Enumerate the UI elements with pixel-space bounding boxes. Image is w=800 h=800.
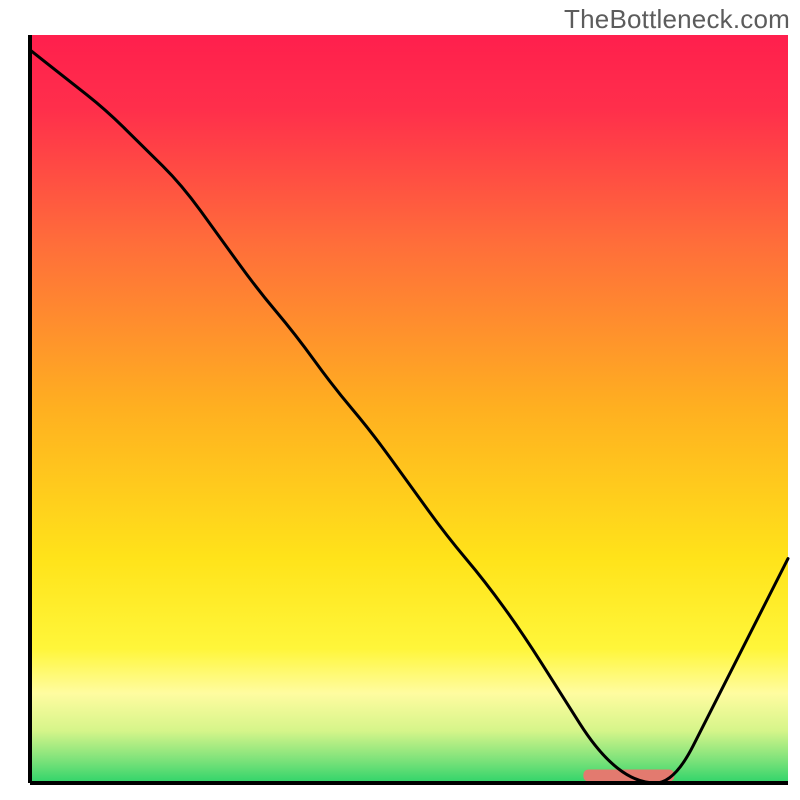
bottleneck-chart (0, 0, 800, 800)
